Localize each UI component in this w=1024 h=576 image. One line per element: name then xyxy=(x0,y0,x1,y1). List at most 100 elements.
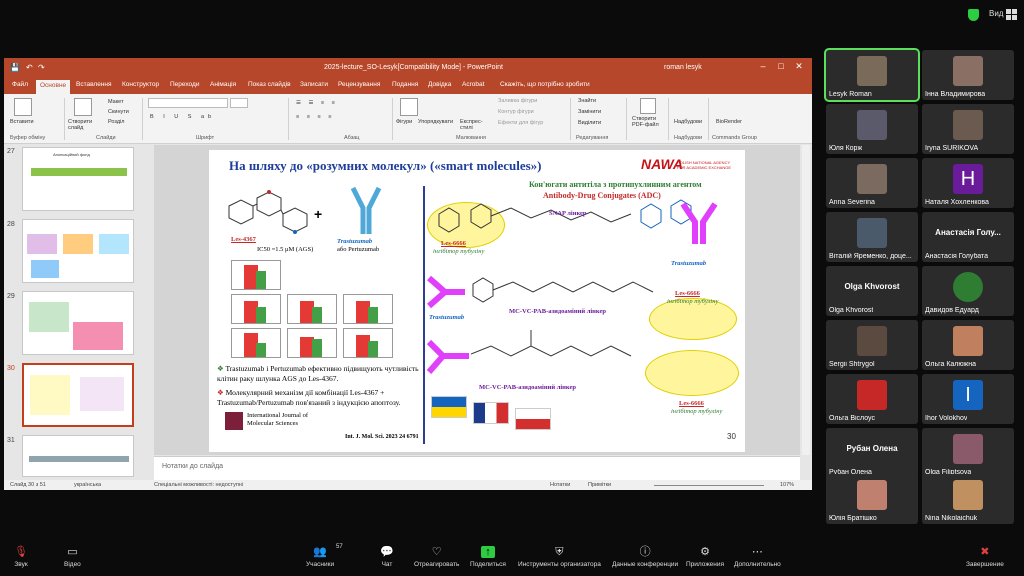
tab-review[interactable]: Рецензування xyxy=(338,81,380,88)
maximize-icon[interactable]: □ xyxy=(774,61,788,73)
notes-pane[interactable]: Нотатки до слайда xyxy=(154,456,800,480)
notes-toggle[interactable]: Нотатки xyxy=(550,482,570,488)
participant-tile[interactable]: Iryna SURIKOVA xyxy=(922,104,1014,154)
select-button[interactable]: Виділити xyxy=(578,120,601,126)
video-button[interactable]: ▭ Відео xyxy=(64,546,81,568)
new-slide-button[interactable]: Створити слайд xyxy=(68,119,98,131)
paste-icon[interactable] xyxy=(14,98,32,116)
vertical-scrollbar[interactable] xyxy=(802,145,810,455)
conference-data-button[interactable]: ⓘ Данные конференции xyxy=(612,546,678,568)
tab-transitions[interactable]: Переходи xyxy=(170,81,199,88)
participant-tile[interactable]: Ольга Калюжна xyxy=(922,320,1014,370)
tab-slideshow[interactable]: Показ слайдів xyxy=(248,81,291,88)
close-icon[interactable]: ✕ xyxy=(792,61,806,73)
replace-button[interactable]: Замінити xyxy=(578,109,601,115)
undo-icon[interactable]: ↶ xyxy=(26,63,33,72)
view-label[interactable]: Вид xyxy=(989,9,1003,18)
font-size-field[interactable] xyxy=(230,98,248,108)
shape-outline-button[interactable]: Контур фігури xyxy=(498,109,534,115)
organizer-tools-button[interactable]: ⛨ Инструменты организатора xyxy=(518,546,601,568)
participant-tile[interactable]: Olga Filiptsova xyxy=(922,428,1014,478)
user-name[interactable]: roman lesyk xyxy=(664,64,702,71)
grid-view-icon[interactable] xyxy=(1006,9,1017,20)
participants-button[interactable]: 👥 Учасники xyxy=(306,546,334,568)
participant-tile[interactable]: Nina Nikolaichuk xyxy=(922,474,1014,524)
participant-tile[interactable]: Віталій Яременко, доце... xyxy=(826,212,918,262)
participant-tile[interactable]: H Наталя Хохленкова xyxy=(922,158,1014,208)
more-button[interactable]: ⋯ Дополнительно xyxy=(734,546,781,568)
participant-tile[interactable]: I Ihor Volokhov xyxy=(922,374,1014,424)
tab-home[interactable]: Основне xyxy=(36,80,71,94)
tab-help[interactable]: Довідка xyxy=(428,81,451,88)
quick-styles-button[interactable]: Експрес-стилі xyxy=(460,119,486,131)
thumbnail-29[interactable] xyxy=(22,291,134,355)
font-name-field[interactable] xyxy=(148,98,228,108)
end-call-button[interactable]: ✖ Завершение xyxy=(966,546,1004,568)
tab-acrobat[interactable]: Acrobat xyxy=(462,81,484,88)
react-button[interactable]: ♡ Отреагировать xyxy=(414,546,459,568)
font-format-buttons[interactable]: B I U S ab xyxy=(150,114,215,120)
accessibility-status[interactable]: Спеціальні можливості: недоступні xyxy=(154,482,243,488)
shape-effects-button[interactable]: Ефекти для фігур xyxy=(498,120,543,126)
tell-me-search[interactable]: Скажіть, що потрібно зробити xyxy=(500,81,590,88)
arrange-button[interactable]: Упорядкувати xyxy=(418,119,453,125)
tab-record[interactable]: Записати xyxy=(300,81,328,88)
security-shield-icon[interactable] xyxy=(968,9,979,21)
apps-button[interactable]: ⚙ Приложения xyxy=(686,546,724,568)
language[interactable]: українська xyxy=(74,482,101,488)
slide-editor[interactable]: На шляху до «розумних молекул» («smart m… xyxy=(154,145,800,455)
tab-view[interactable]: Подання xyxy=(392,81,418,88)
participant-tile[interactable]: Інна Владимирова xyxy=(922,50,1014,100)
comments-toggle[interactable]: Примітки xyxy=(588,482,611,488)
thumbnail-27[interactable]: Анонсаційний фонд xyxy=(22,147,134,211)
tab-insert[interactable]: Вставлення xyxy=(76,81,112,88)
participant-tile[interactable]: Sergii Shtrygol xyxy=(826,320,918,370)
zoom-level[interactable]: 107% xyxy=(780,482,794,488)
align-buttons[interactable]: ≡ ≡ ≡ ≡ xyxy=(296,114,334,120)
shape-fill-button[interactable]: Заливка фігури xyxy=(498,98,537,104)
biorender-button[interactable]: BioRender xyxy=(716,119,742,125)
thumbnail-30[interactable] xyxy=(22,363,134,427)
create-pdf-button[interactable]: Створити PDF-файл xyxy=(632,116,666,128)
shapes-icon[interactable] xyxy=(400,98,418,116)
thumbnail-28[interactable] xyxy=(22,219,134,283)
reset-button[interactable]: Скинути xyxy=(108,109,129,115)
avatar-letter: H xyxy=(953,164,983,194)
participant-tile[interactable]: Lesyk Roman xyxy=(824,48,920,102)
participant-tile[interactable]: Юлія Братішко xyxy=(826,474,918,524)
participant-tile[interactable]: Рубан Олена Рубан Олена xyxy=(826,428,918,478)
pdf-icon[interactable] xyxy=(640,98,656,114)
new-slide-icon[interactable] xyxy=(74,98,92,116)
participant-tile[interactable]: Давидов Едуард xyxy=(922,266,1014,316)
flow-histogram xyxy=(343,328,393,358)
slide-canvas[interactable]: На шляху до «розумних молекул» («smart m… xyxy=(209,150,745,452)
participant-tile[interactable]: Olga Khvorost Olga Khvorost xyxy=(826,266,918,316)
snap-linker-label: SNAP лінкер xyxy=(549,210,587,217)
tab-file[interactable]: Файл xyxy=(12,81,28,88)
les6666-label-2: Les-6666 xyxy=(675,290,700,297)
participant-tile[interactable]: Anna Severina xyxy=(826,158,918,208)
les6666-label-1: Les-6666 xyxy=(441,240,466,247)
section-button[interactable]: Розділ xyxy=(108,119,124,125)
reference: Int. J. Mol. Sci. 2023 24 6791 xyxy=(345,434,419,440)
minimize-icon[interactable]: – xyxy=(756,61,770,73)
paragraph-buttons[interactable]: ☰ ☰ ≡ ≡ xyxy=(296,100,338,106)
find-button[interactable]: Знайти xyxy=(578,98,596,104)
zoom-slider[interactable] xyxy=(654,485,764,486)
tab-animations[interactable]: Анімація xyxy=(210,81,236,88)
camera-icon: ▭ xyxy=(67,546,78,558)
paste-button[interactable]: Вставити xyxy=(10,119,34,125)
tab-design[interactable]: Конструктор xyxy=(122,81,159,88)
sound-button[interactable]: 🎙 Звук xyxy=(14,546,28,568)
share-button[interactable]: ↑ Поделиться xyxy=(470,546,506,568)
redo-icon[interactable]: ↷ xyxy=(38,63,45,72)
layout-button[interactable]: Макет xyxy=(108,99,124,105)
shapes-button[interactable]: Фігури xyxy=(396,119,412,125)
participant-tile[interactable]: Анастасія Голу... Анастасія Голубата xyxy=(922,212,1014,262)
addins-button[interactable]: Надбудови xyxy=(674,119,702,125)
participant-tile[interactable]: Юля Корж xyxy=(826,104,918,154)
participant-tile[interactable]: Ольга Віслоус xyxy=(826,374,918,424)
thumbnail-31[interactable] xyxy=(22,435,134,477)
chat-button[interactable]: 💬 Чат xyxy=(380,546,394,568)
save-icon[interactable]: 💾 xyxy=(10,63,20,72)
